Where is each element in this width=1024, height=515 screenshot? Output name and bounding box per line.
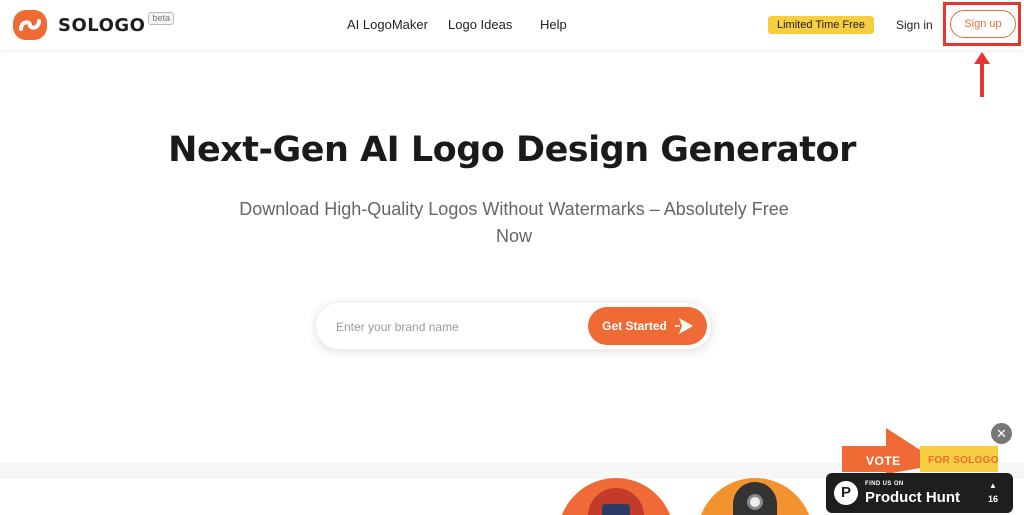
product-hunt-logo-icon: P <box>834 481 858 505</box>
brand-search-box: Get Started <box>315 302 712 350</box>
brand-name-input[interactable] <box>336 316 586 338</box>
sign-in-link[interactable]: Sign in <box>896 18 933 32</box>
page: SOLOGO beta AI LogoMaker Logo Ideas Help… <box>0 0 1024 515</box>
sign-up-button[interactable]: Sign up <box>950 10 1016 38</box>
astronaut-logo-illustration <box>558 478 674 515</box>
vote-label: VOTE <box>866 454 901 468</box>
product-hunt-badge[interactable]: P FIND US ON Product Hunt ▲ 16 <box>826 473 1013 513</box>
nav-logo-ideas[interactable]: Logo Ideas <box>448 17 512 32</box>
vote-for-sologo-banner[interactable]: VOTE FOR SOLOGO <box>842 428 998 474</box>
upvote-count: 16 <box>987 494 998 504</box>
for-sologo-label: FOR SOLOGO <box>928 455 999 466</box>
rocket-logo-illustration <box>697 478 813 515</box>
get-started-label: Get Started <box>602 319 667 333</box>
hero-subtitle: Download High-Quality Logos Without Wate… <box>239 199 789 246</box>
nav-help[interactable]: Help <box>540 17 567 32</box>
visor-shape <box>602 504 630 515</box>
site-header: SOLOGO beta AI LogoMaker Logo Ideas Help… <box>0 0 1024 50</box>
product-hunt-name: Product Hunt <box>865 489 960 506</box>
find-us-on-label: FIND US ON <box>865 481 904 487</box>
get-started-button[interactable]: Get Started <box>588 307 707 345</box>
rocket-window-shape <box>747 494 763 510</box>
nav-ai-logomaker[interactable]: AI LogoMaker <box>347 17 428 32</box>
hero-title: Next-Gen AI Logo Design Generator <box>168 130 856 170</box>
red-up-arrow-icon <box>974 52 990 97</box>
upvote-triangle-icon: ▲ <box>989 481 997 490</box>
promo-badge: Limited Time Free <box>768 16 875 34</box>
send-arrow-icon <box>674 318 693 334</box>
